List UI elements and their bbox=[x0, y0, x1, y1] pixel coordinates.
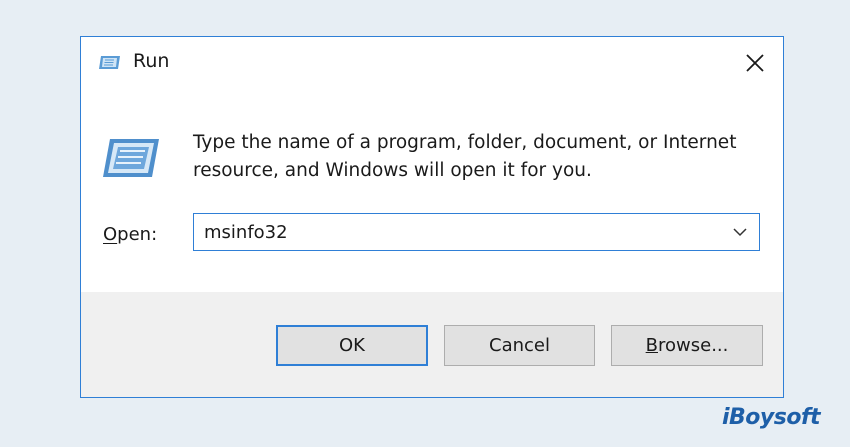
open-label-text: pen: bbox=[117, 224, 158, 245]
brand-watermark: iBoysoft bbox=[722, 405, 821, 430]
run-dialog: Run Type the name of a program, folder, … bbox=[80, 36, 784, 398]
chevron-down-icon[interactable] bbox=[725, 217, 755, 247]
description-text: Type the name of a program, folder, docu… bbox=[193, 132, 737, 181]
run-icon bbox=[99, 56, 120, 69]
open-accelerator: O bbox=[103, 224, 118, 245]
browse-accelerator: B bbox=[645, 335, 658, 356]
open-input[interactable] bbox=[194, 214, 724, 250]
open-label: Open: bbox=[103, 224, 157, 245]
browse-label: rowse... bbox=[658, 335, 729, 356]
title-bar[interactable]: Run bbox=[81, 37, 783, 89]
run-icon bbox=[103, 139, 159, 177]
ok-button[interactable]: OK bbox=[276, 325, 428, 366]
window-title: Run bbox=[133, 50, 170, 72]
browse-button[interactable]: Browse... bbox=[611, 325, 763, 366]
cancel-button[interactable]: Cancel bbox=[444, 325, 595, 366]
open-combobox[interactable] bbox=[193, 213, 760, 251]
close-icon[interactable] bbox=[737, 46, 773, 80]
